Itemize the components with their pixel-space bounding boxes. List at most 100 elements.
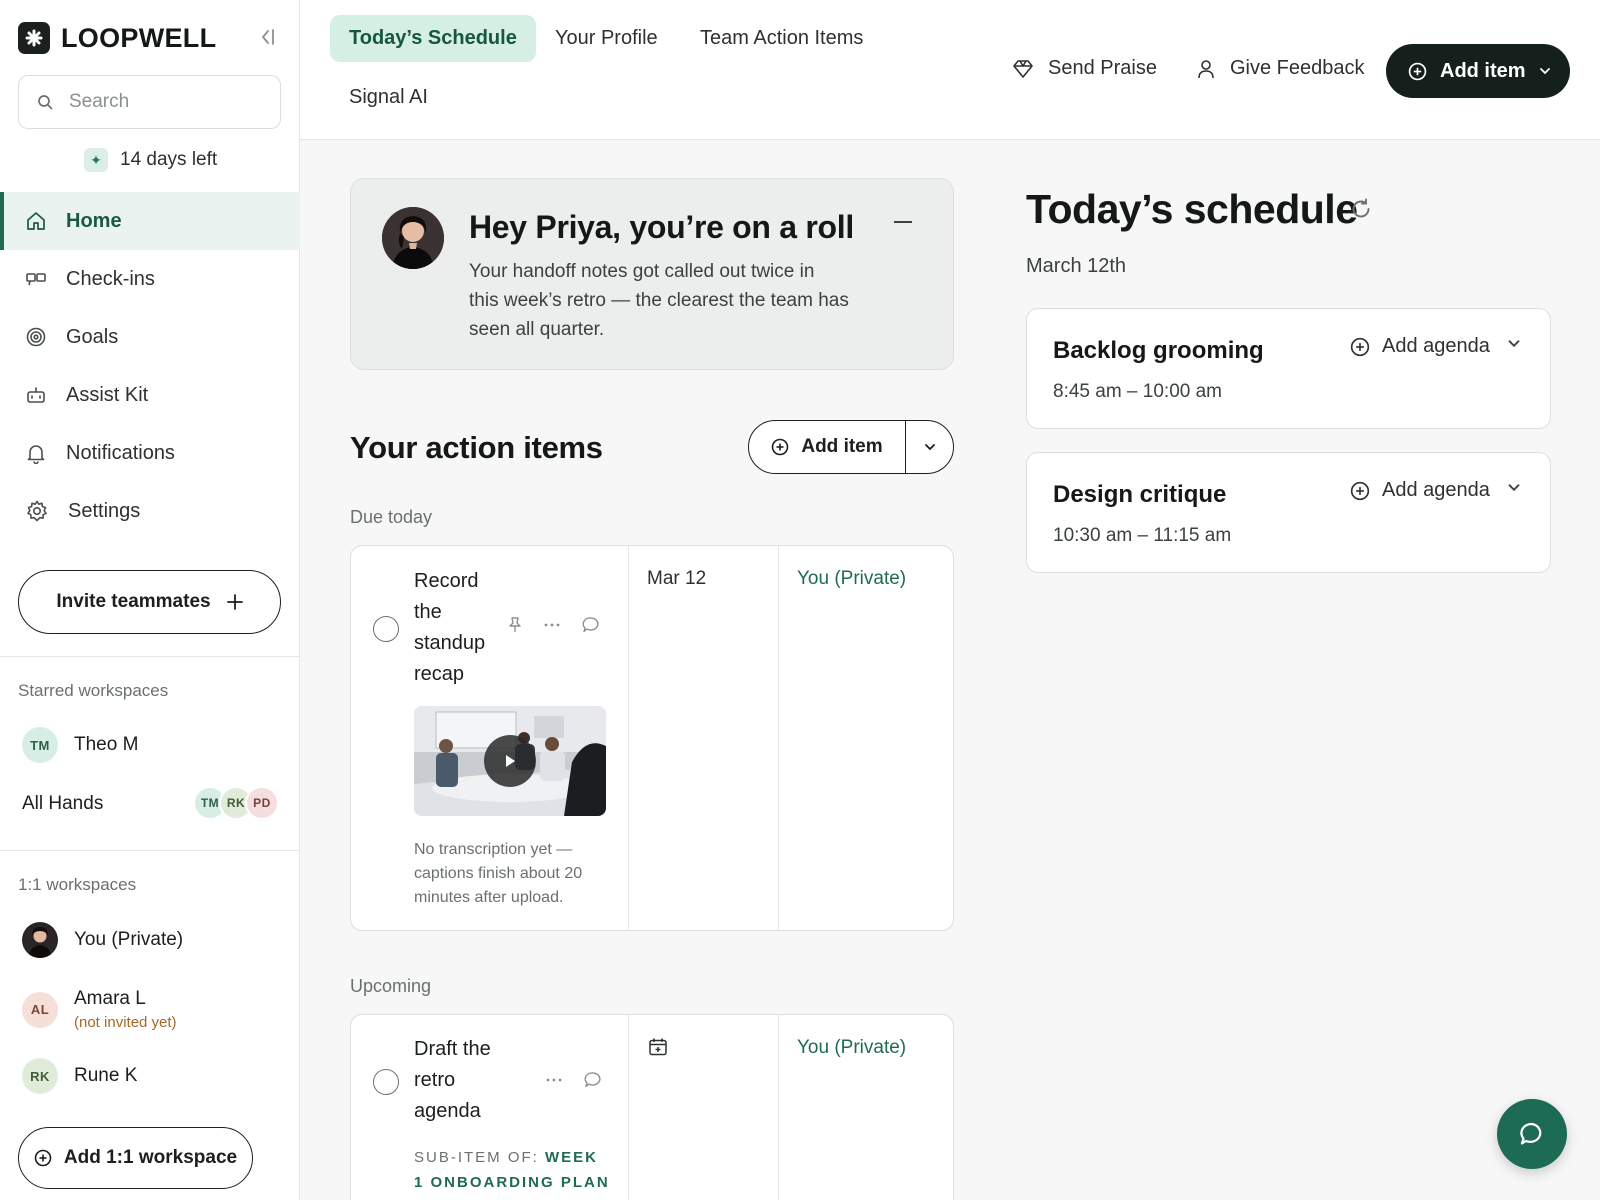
send-praise-button[interactable]: Send Praise bbox=[1012, 57, 1157, 80]
action-item-title[interactable]: Draft the retro agenda bbox=[414, 1034, 504, 1127]
add-item-menu-button[interactable]: Add item bbox=[1386, 44, 1570, 98]
search-box[interactable] bbox=[18, 75, 281, 129]
refresh-icon[interactable] bbox=[1349, 197, 1373, 221]
sidebar-item-label: Goals bbox=[66, 325, 119, 348]
more-options-icon[interactable] bbox=[544, 623, 560, 627]
target-icon bbox=[25, 326, 47, 348]
chevron-down-icon bbox=[924, 443, 936, 451]
add-action-item-button[interactable]: Add item bbox=[749, 421, 906, 473]
chevron-down-icon[interactable] bbox=[1507, 483, 1521, 492]
tab-your-profile[interactable]: Your Profile bbox=[536, 15, 677, 62]
sidebar-item-notifications[interactable]: Notifications bbox=[0, 424, 300, 482]
add-agenda-button[interactable]: Add agenda bbox=[1350, 479, 1490, 502]
add-agenda-label: Add agenda bbox=[1382, 335, 1490, 357]
workspace-name: Rune K bbox=[74, 1065, 138, 1086]
chevron-down-icon[interactable] bbox=[1507, 339, 1521, 348]
chat-support-button[interactable] bbox=[1497, 1099, 1567, 1169]
plus-circle-icon bbox=[771, 438, 789, 456]
add-workspace-button[interactable]: Add 1:1 workspace bbox=[18, 1127, 253, 1189]
starred-workspaces-heading: Starred workspaces bbox=[18, 681, 169, 700]
sidebar-item-label: Settings bbox=[68, 499, 141, 522]
minimize-icon[interactable] bbox=[894, 221, 912, 223]
collapse-sidebar-icon[interactable] bbox=[256, 26, 278, 48]
sidebar-item-assist-kit[interactable]: Assist Kit bbox=[0, 366, 300, 424]
more-options-icon[interactable] bbox=[546, 1078, 562, 1082]
complete-checkbox[interactable] bbox=[373, 1069, 399, 1095]
invite-status: (not invited yet) bbox=[74, 1014, 177, 1031]
sidebar-item-settings[interactable]: Settings bbox=[0, 482, 300, 540]
sidebar-item-check-ins[interactable]: Check-ins bbox=[0, 250, 300, 308]
home-icon bbox=[25, 210, 47, 232]
calendar-add-icon[interactable] bbox=[648, 1037, 668, 1057]
due-today-label: Due today bbox=[350, 507, 433, 527]
action-item-card: Record the standup recap No transcriptio… bbox=[350, 545, 954, 931]
meeting-time: 8:45 am – 10:00 am bbox=[1053, 381, 1222, 402]
add-action-item-split-button: Add item bbox=[748, 420, 954, 474]
top-bar: Today’s Schedule Your Profile Team Actio… bbox=[300, 0, 1600, 140]
sidebar-divider bbox=[0, 656, 300, 657]
greeting-title: Hey Priya, you’re on a roll bbox=[469, 209, 854, 245]
video-thumbnail[interactable] bbox=[414, 706, 606, 816]
avatar: PD bbox=[245, 786, 279, 820]
transcription-status: No transcription yet — captions finish a… bbox=[414, 841, 583, 906]
trial-status[interactable]: ✦ 14 days left bbox=[84, 148, 217, 172]
add-item-options-dropdown[interactable] bbox=[906, 421, 953, 473]
sparkle-icon: ✦ bbox=[84, 148, 108, 172]
greeting-message: Your handoff notes got called out twice … bbox=[469, 261, 849, 340]
workspace-amara-l[interactable]: AL Amara L (not invited yet) bbox=[22, 988, 177, 1031]
item-owner[interactable]: You (Private) bbox=[797, 568, 906, 590]
sidebar-nav: Home Check-ins Goals Assist Kit Notifica… bbox=[0, 192, 300, 540]
schedule-heading: Today’s schedule bbox=[1026, 186, 1358, 232]
workspace-name: Amara L bbox=[74, 988, 146, 1009]
workspace-you-private[interactable]: You (Private) bbox=[22, 922, 183, 958]
workspace-theo-m[interactable]: TM Theo M bbox=[22, 727, 138, 763]
send-praise-label: Send Praise bbox=[1048, 57, 1157, 79]
tab-todays-schedule[interactable]: Today’s Schedule bbox=[330, 15, 536, 62]
brand-logo-icon bbox=[18, 22, 50, 54]
avatar bbox=[22, 922, 58, 958]
trial-days-left: 14 days left bbox=[120, 149, 218, 170]
comment-icon[interactable] bbox=[584, 1071, 602, 1089]
add-action-item-label: Add item bbox=[801, 436, 883, 457]
pin-icon[interactable] bbox=[508, 616, 522, 634]
search-input[interactable] bbox=[69, 91, 269, 113]
avatar: RK bbox=[22, 1058, 58, 1094]
sidebar-item-label: Home bbox=[66, 209, 122, 232]
sidebar: LOOPWELL ✦ 14 days left Home Check-ins G… bbox=[0, 0, 300, 1200]
parent-item-reference[interactable]: SUB-ITEM OF: WEEK 1 ONBOARDING PLAN bbox=[414, 1145, 614, 1195]
add-workspace-label: Add 1:1 workspace bbox=[63, 1147, 238, 1168]
comment-icon[interactable] bbox=[582, 616, 600, 634]
sidebar-item-label: Notifications bbox=[66, 441, 175, 464]
give-feedback-button[interactable]: Give Feedback bbox=[1196, 57, 1365, 80]
meeting-card[interactable]: Backlog grooming 8:45 am – 10:00 am Add … bbox=[1026, 308, 1551, 429]
column-divider bbox=[778, 546, 779, 930]
add-item-label: Add item bbox=[1440, 59, 1526, 82]
workspace-all-hands[interactable]: All Hands bbox=[22, 793, 103, 815]
sidebar-item-home[interactable]: Home bbox=[0, 192, 300, 250]
chevron-down-icon bbox=[1539, 67, 1551, 75]
meeting-title: Backlog grooming bbox=[1053, 337, 1264, 364]
meeting-card[interactable]: Design critique 10:30 am – 11:15 am Add … bbox=[1026, 452, 1551, 573]
item-owner[interactable]: You (Private) bbox=[797, 1037, 906, 1059]
complete-checkbox[interactable] bbox=[373, 616, 399, 642]
sidebar-item-label: Check-ins bbox=[66, 267, 155, 290]
add-agenda-button[interactable]: Add agenda bbox=[1350, 335, 1490, 358]
brand[interactable]: LOOPWELL bbox=[18, 22, 216, 54]
plus-circle-icon bbox=[1350, 481, 1370, 501]
tab-signal-ai[interactable]: Signal AI bbox=[330, 74, 447, 121]
sidebar-item-label: Assist Kit bbox=[66, 383, 149, 406]
action-item-title[interactable]: Record the standup recap bbox=[414, 566, 504, 690]
invite-label: Invite teammates bbox=[56, 591, 211, 612]
plus-icon bbox=[226, 594, 243, 610]
action-items-heading: Your action items bbox=[350, 430, 603, 465]
workspace-rune-k[interactable]: RK Rune K bbox=[22, 1058, 137, 1094]
greeting-card: Hey Priya, you’re on a roll Your handoff… bbox=[350, 178, 954, 370]
sidebar-item-goals[interactable]: Goals bbox=[0, 308, 300, 366]
user-avatar bbox=[382, 207, 444, 269]
upcoming-label: Upcoming bbox=[350, 976, 432, 996]
invite-teammates-button[interactable]: Invite teammates bbox=[18, 570, 281, 634]
tab-team-action-items[interactable]: Team Action Items bbox=[681, 15, 882, 62]
gear-icon bbox=[25, 499, 49, 523]
column-divider bbox=[628, 1015, 629, 1200]
due-date[interactable]: Mar 12 bbox=[647, 568, 706, 590]
